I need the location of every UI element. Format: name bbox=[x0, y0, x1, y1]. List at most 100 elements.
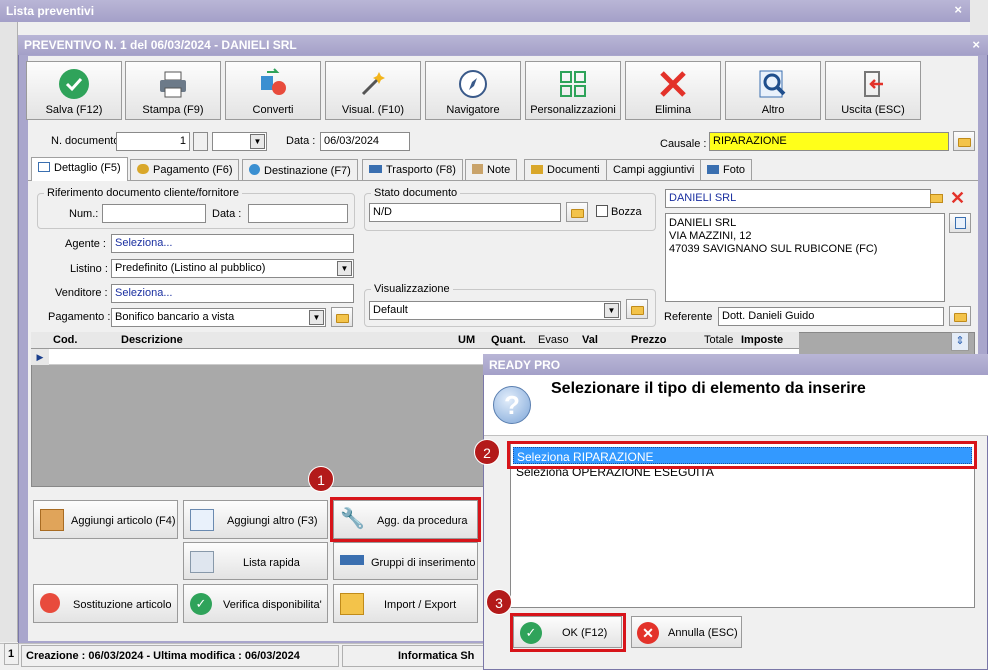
exit-door-icon bbox=[864, 71, 883, 97]
referente-field[interactable]: Dott. Danieli Guido bbox=[718, 307, 944, 326]
step-marker-1: 1 bbox=[308, 466, 334, 492]
dialog-title: READY PRO bbox=[489, 358, 561, 372]
pagamento-folder-button[interactable] bbox=[331, 307, 353, 327]
print-button[interactable]: Stampa (F9) bbox=[125, 61, 221, 120]
tab-campi-aggiuntivi[interactable]: Campi aggiuntivi bbox=[606, 159, 702, 180]
cliente-field[interactable]: DANIELI SRL bbox=[665, 189, 931, 208]
other-button[interactable]: Altro bbox=[725, 61, 821, 120]
question-icon: ? bbox=[493, 386, 531, 424]
bozza-label: Bozza bbox=[611, 206, 642, 218]
cliente-clear-icon[interactable]: ✕ bbox=[950, 189, 968, 207]
status-created: Creazione : 06/03/2024 - Ultima modifica… bbox=[21, 645, 339, 667]
causale-label: Causale : bbox=[660, 138, 707, 150]
causale-field[interactable]: RIPARAZIONE bbox=[709, 132, 949, 151]
highlight-add-procedure bbox=[330, 497, 481, 542]
doc-series-select[interactable]: ▼ bbox=[212, 132, 267, 151]
col-totale: Totale bbox=[704, 334, 734, 346]
substitute-button[interactable]: Sostituzione articolo bbox=[33, 584, 178, 623]
customize-button[interactable]: Personalizzazioni bbox=[525, 61, 621, 120]
tab-note[interactable]: Note bbox=[465, 159, 518, 180]
doc-number-spin[interactable] bbox=[193, 132, 208, 151]
step-marker-2: 2 bbox=[474, 439, 500, 465]
col-imposte: Imposte bbox=[741, 334, 784, 346]
vis-select[interactable]: Default ▼ bbox=[369, 301, 621, 320]
navigator-button[interactable]: Navigatore bbox=[425, 61, 521, 120]
pagamento-label: Pagamento : bbox=[48, 311, 111, 323]
date-label: Data : bbox=[286, 135, 316, 147]
grid-header: Cod. Descrizione UM Quant. Evaso Val Pre… bbox=[31, 332, 799, 349]
ref-date-field[interactable] bbox=[248, 204, 348, 223]
venditore-field[interactable]: Seleziona... bbox=[111, 284, 354, 303]
chevron-down-icon: ▼ bbox=[309, 310, 324, 325]
folder-icon bbox=[631, 306, 644, 315]
doc-number-field[interactable]: 1 bbox=[116, 132, 190, 151]
folder-icon bbox=[958, 138, 971, 147]
delete-button[interactable]: Elimina bbox=[625, 61, 721, 120]
sort-arrows-icon[interactable]: ⇕ bbox=[951, 332, 969, 351]
groups-icon bbox=[340, 555, 364, 565]
pencil-icon bbox=[955, 217, 966, 229]
vis-folder-button[interactable] bbox=[626, 299, 648, 319]
cliente-folder-icon[interactable] bbox=[930, 191, 944, 205]
magic-wand-icon bbox=[361, 72, 385, 96]
cancel-button[interactable]: ✕ Annulla (ESC) bbox=[631, 616, 742, 648]
camera-icon bbox=[707, 165, 719, 174]
listino-select[interactable]: Predefinito (Listino al pubblico) ▼ bbox=[111, 259, 354, 278]
box-add-icon bbox=[40, 509, 64, 531]
list-add-icon bbox=[190, 551, 214, 573]
venditore-label: Venditore : bbox=[55, 287, 108, 299]
outer-title: Lista preventivi bbox=[6, 4, 95, 18]
edit-address-button[interactable] bbox=[949, 213, 971, 233]
date-field[interactable]: 06/03/2024 bbox=[320, 132, 410, 151]
convert-button[interactable]: Converti bbox=[225, 61, 321, 120]
stato-field[interactable]: N/D bbox=[369, 203, 561, 222]
folder-icon bbox=[531, 165, 543, 174]
delete-x-icon bbox=[660, 71, 686, 97]
folder-icon bbox=[954, 313, 967, 322]
exit-button[interactable]: Uscita (ESC) bbox=[825, 61, 921, 120]
import-icon bbox=[340, 593, 364, 615]
address-box[interactable]: DANIELI SRL VIA MAZZINI, 12 47039 SAVIGN… bbox=[665, 213, 945, 302]
causale-folder-button[interactable] bbox=[953, 131, 975, 151]
add-other-button[interactable]: Aggiungi altro (F3) bbox=[183, 500, 328, 539]
tab-dettaglio[interactable]: Dettaglio (F5) bbox=[31, 157, 128, 181]
folder-icon bbox=[336, 314, 349, 323]
save-button[interactable]: Salva (F12) bbox=[26, 61, 122, 120]
globe-icon bbox=[249, 164, 260, 175]
window-title: PREVENTIVO N. 1 del 06/03/2024 - DANIELI… bbox=[24, 38, 297, 52]
col-prezzo: Prezzo bbox=[631, 334, 667, 346]
stato-group-title: Stato documento bbox=[371, 187, 461, 199]
outer-left-panel bbox=[0, 22, 18, 642]
address-line: VIA MAZZINI, 12 bbox=[669, 230, 752, 242]
outer-close-button[interactable]: × bbox=[954, 2, 962, 17]
check-icon: ✓ bbox=[190, 593, 212, 615]
status-left: 1 bbox=[4, 643, 19, 665]
view-button[interactable]: Visual. (F10) bbox=[325, 61, 421, 120]
referente-folder-button[interactable] bbox=[949, 306, 971, 326]
folder-icon bbox=[571, 209, 584, 218]
tab-destinazione[interactable]: Destinazione (F7) bbox=[242, 159, 358, 180]
window-close-button[interactable]: × bbox=[972, 37, 980, 52]
pagamento-select[interactable]: Bonifico bancario a vista ▼ bbox=[111, 308, 326, 327]
address-line: DANIELI SRL bbox=[669, 217, 737, 229]
ref-group-title: Riferimento documento cliente/fornitore bbox=[44, 187, 242, 199]
tab-pagamento[interactable]: Pagamento (F6) bbox=[130, 159, 240, 180]
col-cod: Cod. bbox=[53, 334, 78, 346]
col-quant: Quant. bbox=[491, 334, 526, 346]
tab-trasporto[interactable]: Trasporto (F8) bbox=[362, 159, 463, 180]
import-export-button[interactable]: Import / Export bbox=[333, 584, 478, 623]
bozza-checkbox[interactable] bbox=[596, 205, 608, 217]
availability-button[interactable]: ✓ Verifica disponibilita' bbox=[183, 584, 328, 623]
quick-list-button[interactable]: Lista rapida bbox=[183, 542, 328, 580]
stato-folder-button[interactable] bbox=[566, 202, 588, 222]
grid-icon bbox=[560, 71, 586, 97]
num-field[interactable] bbox=[102, 204, 206, 223]
note-icon bbox=[472, 164, 483, 174]
tab-foto[interactable]: Foto bbox=[700, 159, 753, 180]
row-pointer-icon: ▶ bbox=[31, 349, 49, 365]
agente-field[interactable]: Seleziona... bbox=[111, 234, 354, 253]
groups-button[interactable]: Gruppi di inserimento bbox=[333, 542, 478, 580]
tab-documenti[interactable]: Documenti bbox=[524, 159, 607, 180]
compass-icon bbox=[459, 70, 487, 98]
add-article-button[interactable]: Aggiungi articolo (F4) bbox=[33, 500, 178, 539]
